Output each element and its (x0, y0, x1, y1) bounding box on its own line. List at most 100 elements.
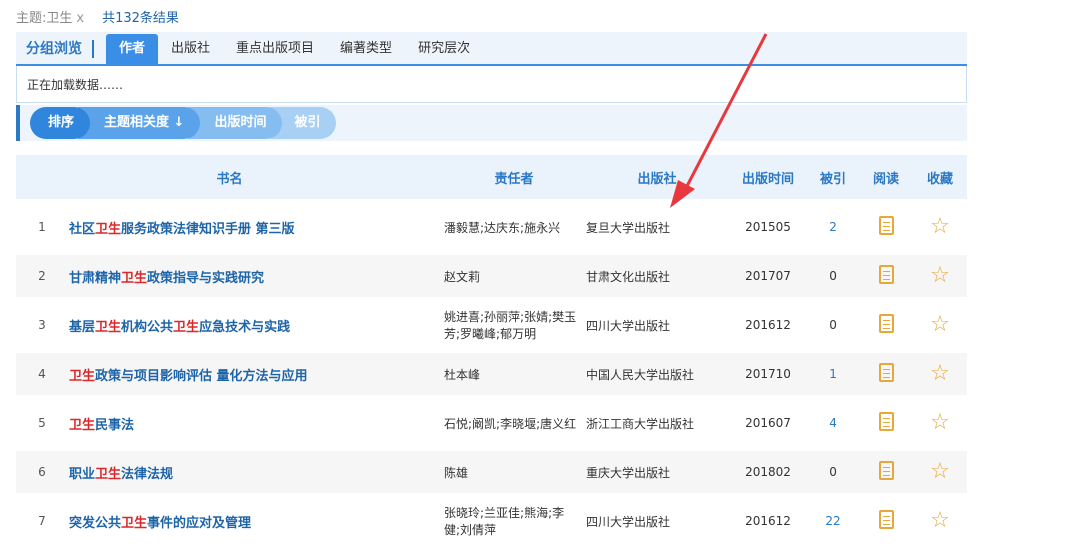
title-keyword: 卫生 (121, 270, 148, 286)
author-cell[interactable]: 赵文莉 (443, 255, 585, 297)
publisher-cell[interactable]: 四川大学出版社 (585, 297, 729, 353)
tab-publisher[interactable]: 出版社 (158, 34, 223, 64)
header-date[interactable]: 出版时间 (729, 155, 808, 199)
header-publisher[interactable]: 出版社 (585, 155, 730, 199)
search-results: 主题:卫生 x 共132条结果 分组浏览 作者 出版社 重点出版项目 编著类型 研… (16, 0, 968, 549)
book-title-link[interactable]: 社区卫生服务政策法律知识手册 第三版 (68, 199, 443, 255)
book-title-link[interactable]: 基层卫生机构公共卫生应急技术与实践 (68, 297, 443, 353)
favorite-button[interactable]: ☆ (913, 451, 967, 493)
citation-count[interactable]: 1 (807, 353, 859, 395)
citation-count: 0 (829, 269, 837, 283)
read-button[interactable] (859, 353, 913, 395)
header-favorite: 收藏 (913, 155, 968, 199)
author-cell[interactable]: 姚进喜;孙丽萍;张婧;樊玉芳;罗曦峰;郁万明 (443, 297, 585, 353)
title-part: 职业 (69, 466, 96, 482)
header-title[interactable]: 书名 (16, 155, 444, 199)
citation-count[interactable]: 2 (807, 199, 859, 255)
sort-date-button[interactable]: 出版时间 (188, 107, 283, 139)
publish-date: 201505 (745, 220, 791, 234)
table-row: 1 社区卫生服务政策法律知识手册 第三版 潘毅慧;达庆东;施永兴 复旦大学出版社 201… (16, 199, 967, 255)
sort-relevance-button[interactable]: 主题相关度 ↓ (78, 107, 201, 139)
read-button[interactable] (859, 255, 913, 297)
author-cell[interactable]: 石悦;阚凯;李晓堰;唐义红 (443, 395, 585, 451)
group-browse-title: 分组浏览 (16, 40, 94, 58)
topic-filter: 主题:卫生 x (16, 7, 84, 26)
author-cell[interactable]: 杜本峰 (443, 353, 585, 395)
header-author[interactable]: 责任者 (443, 155, 586, 199)
title-part: 基层 (69, 319, 96, 335)
book-title-link[interactable]: 甘肃精神卫生政策指导与实践研究 (68, 255, 443, 297)
title-keyword: 卫生 (95, 221, 122, 237)
read-button[interactable] (859, 199, 913, 255)
author-cell[interactable]: 潘毅慧;达庆东;施永兴 (443, 199, 585, 255)
book-title-link[interactable]: 卫生民事法 (68, 395, 443, 451)
title-keyword: 卫生 (121, 515, 148, 531)
book-icon (878, 412, 894, 431)
citation-count: 0 (829, 318, 837, 332)
title-keyword: 卫生 (69, 368, 96, 384)
title-part: 民事法 (95, 417, 135, 433)
loading-text: 正在加载数据…… (27, 77, 124, 92)
row-number: 2 (38, 269, 46, 283)
sort-bar-edge (16, 105, 20, 141)
result-count: 共132条结果 (102, 10, 179, 26)
title-part: 突发公共 (69, 515, 122, 531)
publisher-cell[interactable]: 重庆大学出版社 (585, 451, 729, 493)
star-outline-icon: ☆ (930, 410, 950, 435)
favorite-button[interactable]: ☆ (913, 493, 967, 549)
group-content: 正在加载数据…… (16, 66, 967, 103)
book-title-link[interactable]: 突发公共卫生事件的应对及管理 (68, 493, 443, 549)
read-button[interactable] (859, 395, 913, 451)
row-number: 7 (38, 514, 46, 528)
citation-count[interactable]: 22 (807, 493, 859, 549)
read-button[interactable] (859, 297, 913, 353)
favorite-button[interactable]: ☆ (913, 199, 967, 255)
publish-date: 201607 (745, 416, 791, 430)
citation-count[interactable]: 4 (807, 395, 859, 451)
publisher-cell[interactable]: 复旦大学出版社 (585, 199, 729, 255)
title-part: 机构公共 (121, 319, 174, 335)
remove-topic-button[interactable]: x (76, 11, 84, 26)
table-row: 5 卫生民事法 石悦;阚凯;李晓堰;唐义红 浙江工商大学出版社 201607 4 ☆ (16, 395, 967, 451)
tab-key-project[interactable]: 重点出版项目 (223, 34, 327, 64)
publish-date: 201612 (745, 514, 791, 528)
header-read: 阅读 (859, 155, 914, 199)
row-number: 1 (38, 220, 46, 234)
star-outline-icon: ☆ (930, 508, 950, 533)
book-icon (878, 314, 894, 333)
sort-bar: 排序 主题相关度 ↓ 出版时间 被引 (16, 105, 967, 141)
read-button[interactable] (859, 493, 913, 549)
row-number: 6 (38, 465, 46, 479)
favorite-button[interactable]: ☆ (913, 297, 967, 353)
author-cell[interactable]: 陈雄 (443, 451, 585, 493)
header-citation[interactable]: 被引 (807, 155, 860, 199)
row-number: 4 (38, 367, 46, 381)
tab-compile-type[interactable]: 编著类型 (327, 34, 405, 64)
book-title-link[interactable]: 卫生政策与项目影响评估 量化方法与应用 (68, 353, 443, 395)
star-outline-icon: ☆ (930, 214, 950, 239)
book-title-link[interactable]: 职业卫生法律法规 (68, 451, 443, 493)
star-outline-icon: ☆ (930, 459, 950, 484)
filter-bar: 主题:卫生 x 共132条结果 (16, 0, 967, 32)
publish-date: 201612 (745, 318, 791, 332)
title-part: 事件的应对及管理 (147, 515, 252, 531)
read-button[interactable] (859, 451, 913, 493)
tab-research-level[interactable]: 研究层次 (405, 34, 483, 64)
title-part: 应急技术与实践 (199, 319, 291, 335)
publish-date: 201710 (745, 367, 791, 381)
publisher-cell[interactable]: 四川大学出版社 (585, 493, 729, 549)
star-outline-icon: ☆ (930, 312, 950, 337)
favorite-button[interactable]: ☆ (913, 395, 967, 451)
title-part: 法律法规 (121, 466, 174, 482)
favorite-button[interactable]: ☆ (913, 353, 967, 395)
citation-count: 0 (829, 465, 837, 479)
tab-author[interactable]: 作者 (106, 34, 159, 64)
publisher-cell[interactable]: 浙江工商大学出版社 (585, 395, 729, 451)
author-cell[interactable]: 张晓玲;兰亚佳;熊海;李健;刘倩萍 (443, 493, 585, 549)
title-part: 甘肃精神 (69, 270, 122, 286)
publisher-cell[interactable]: 中国人民大学出版社 (585, 353, 729, 395)
table-row: 3 基层卫生机构公共卫生应急技术与实践 姚进喜;孙丽萍;张婧;樊玉芳;罗曦峰;郁万明… (16, 297, 967, 353)
favorite-button[interactable]: ☆ (913, 255, 967, 297)
publisher-cell[interactable]: 甘肃文化出版社 (585, 255, 729, 297)
table-row: 7 突发公共卫生事件的应对及管理 张晓玲;兰亚佳;熊海;李健;刘倩萍 四川大学出版社 2… (16, 493, 967, 549)
